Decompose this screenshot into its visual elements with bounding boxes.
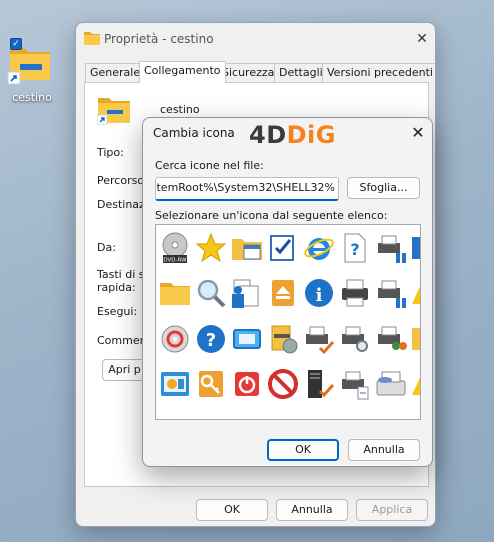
change-icon-dialog: Cambia icona 4DDiG ✕ Cerca icone nel fil… xyxy=(142,117,433,467)
power-icon[interactable] xyxy=(230,367,264,401)
close-icon[interactable]: ✕ xyxy=(407,122,429,144)
label-percorso: Percorso: xyxy=(97,174,148,187)
tab-generale[interactable]: Generale xyxy=(85,63,146,83)
folder-icon xyxy=(84,32,100,45)
network-printer-icon[interactable] xyxy=(374,231,408,265)
folder-icon[interactable] xyxy=(158,276,192,310)
control-panel-icon[interactable] xyxy=(158,367,192,401)
disc-warning-icon[interactable] xyxy=(158,322,192,356)
label-esegui: Esegui: xyxy=(97,305,138,318)
printer-document-icon[interactable] xyxy=(338,367,372,401)
close-icon[interactable]: ✕ xyxy=(411,29,433,49)
tab-sicurezza[interactable]: Sicurezza xyxy=(217,63,280,83)
dialog-cancel-button[interactable]: Annulla xyxy=(348,439,420,461)
network-printer-icon[interactable] xyxy=(374,276,408,310)
file-label: Cerca icone nel file: xyxy=(155,159,264,172)
folder-move-icon[interactable] xyxy=(266,322,300,356)
window-icon[interactable] xyxy=(410,231,420,265)
shared-documents-icon[interactable] xyxy=(230,276,264,310)
label-rapida: rapida: xyxy=(97,281,136,294)
window-title: Proprietà - cestino xyxy=(104,32,214,46)
svg-text:?: ? xyxy=(350,240,359,259)
desktop-icon-label: cestino xyxy=(12,91,52,104)
open-location-button[interactable]: Apri p xyxy=(102,359,147,381)
watermark-logo: 4DDiG xyxy=(249,121,336,149)
checklist-icon[interactable] xyxy=(266,231,300,265)
cancel-button[interactable]: Annulla xyxy=(276,499,348,521)
warning-icon[interactable] xyxy=(410,276,420,310)
folder-icon[interactable] xyxy=(410,322,420,356)
apply-button[interactable]: Applica xyxy=(356,499,428,521)
fax-icon[interactable] xyxy=(374,367,408,401)
icon-list[interactable]: DVD-RW ? i ? xyxy=(155,224,421,420)
printer-users-icon[interactable] xyxy=(374,322,408,356)
label-da: Da: xyxy=(97,241,116,254)
window-frame-icon[interactable] xyxy=(230,322,264,356)
folder-shortcut-icon xyxy=(97,98,130,125)
info-icon[interactable]: i xyxy=(302,276,336,310)
folder-calendar-icon[interactable] xyxy=(230,231,264,265)
help-icon[interactable]: ? xyxy=(194,322,228,356)
star-icon[interactable] xyxy=(194,231,228,265)
checkbox-icon[interactable]: ✓ xyxy=(10,38,22,50)
label-tipo: Tipo: xyxy=(97,146,124,159)
ok-button[interactable]: OK xyxy=(196,499,268,521)
file-path-input[interactable]: %SystemRoot%\System32\SHELL32 xyxy=(155,177,339,201)
eject-drive-icon[interactable] xyxy=(266,276,300,310)
svg-text:i: i xyxy=(316,285,323,306)
list-label: Selezionare un'icona dal seguente elenco… xyxy=(155,209,388,222)
tab-collegamento[interactable]: Collegamento xyxy=(139,61,226,83)
svg-text:?: ? xyxy=(206,330,216,351)
browse-button[interactable]: Sfoglia... xyxy=(347,177,420,199)
internet-explorer-icon[interactable] xyxy=(302,231,336,265)
tab-dettagli[interactable]: Dettagli xyxy=(274,63,328,83)
help-document-icon[interactable]: ? xyxy=(338,231,372,265)
printer-icon[interactable] xyxy=(338,276,372,310)
search-icon[interactable] xyxy=(194,276,228,310)
key-icon[interactable] xyxy=(194,367,228,401)
shortcut-name: cestino xyxy=(160,103,200,116)
tab-versioni-precedenti[interactable]: Versioni precedenti xyxy=(322,63,435,83)
warning-icon[interactable] xyxy=(410,367,420,401)
server-check-icon[interactable] xyxy=(302,367,336,401)
dialog-ok-button[interactable]: OK xyxy=(267,439,339,461)
dialog-title: Cambia icona xyxy=(153,126,235,140)
svg-text:DVD-RW: DVD-RW xyxy=(163,258,187,264)
printer-search-icon[interactable] xyxy=(338,322,372,356)
network-printer-check-icon[interactable] xyxy=(302,322,336,356)
prohibited-icon[interactable] xyxy=(266,367,300,401)
dvd-rw-icon[interactable]: DVD-RW xyxy=(158,231,192,265)
